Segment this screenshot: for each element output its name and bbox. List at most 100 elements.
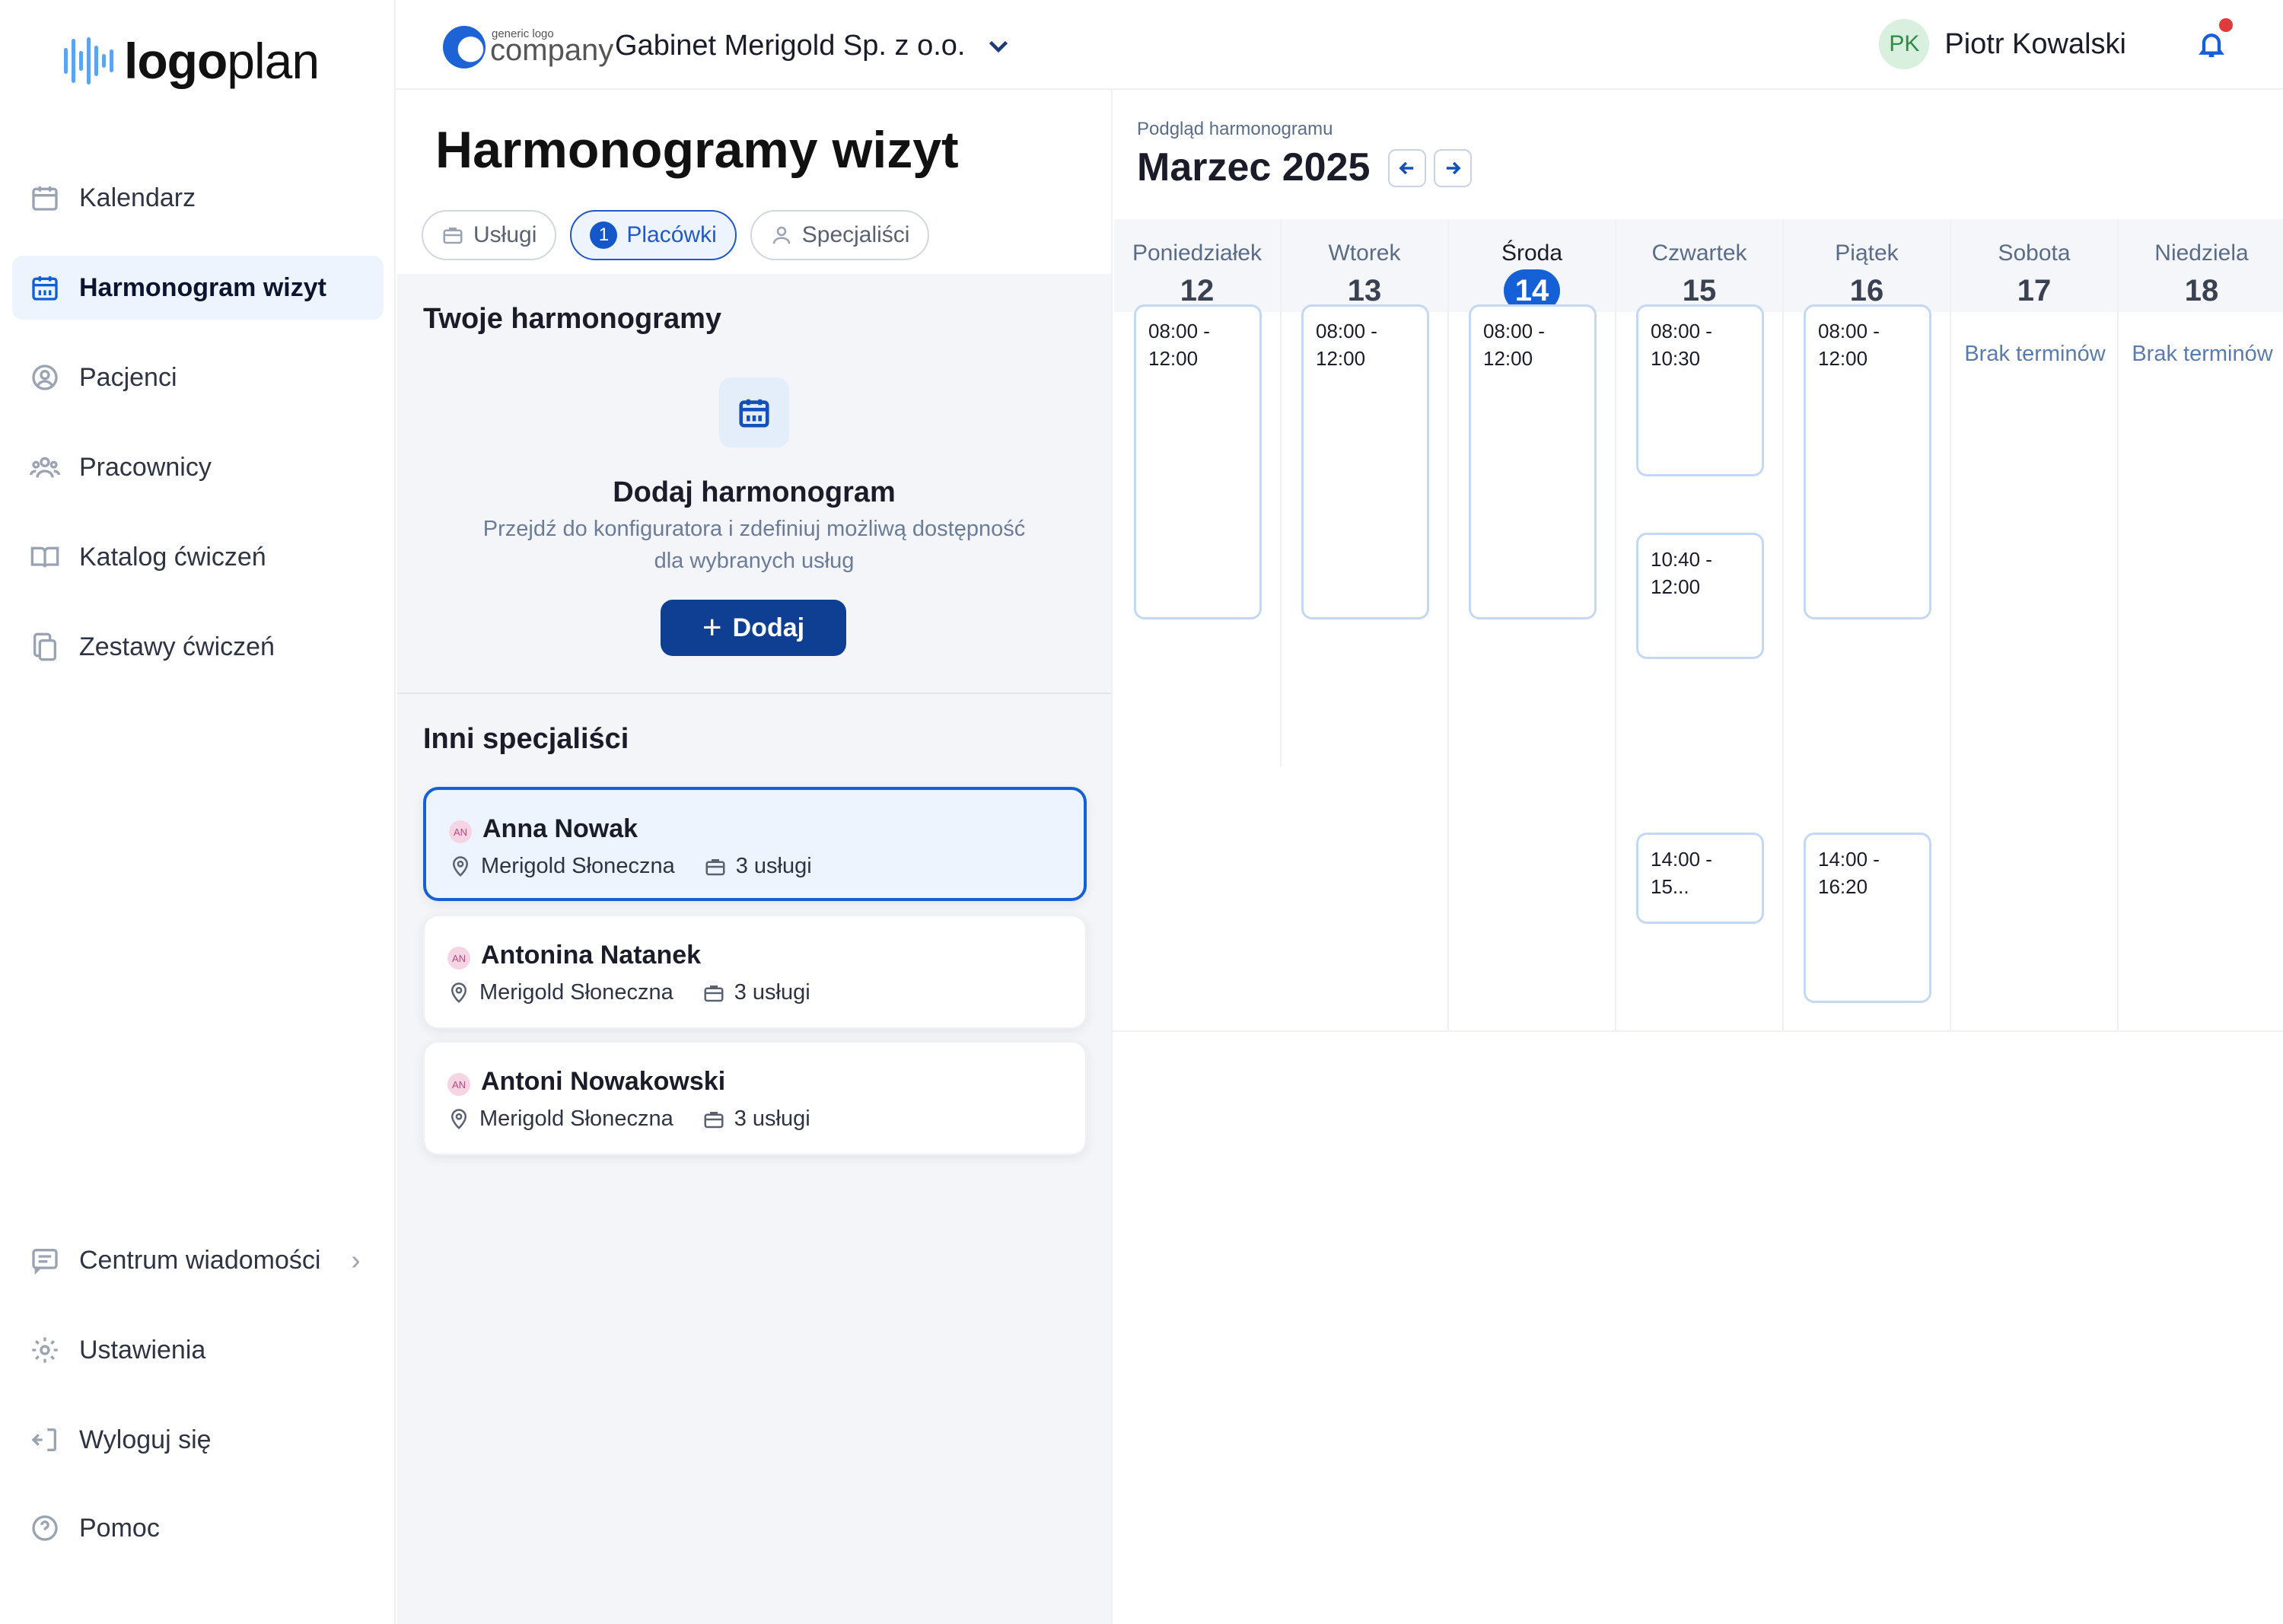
location-pin-icon <box>452 855 469 877</box>
specialist-location: Merigold Słoneczna <box>481 854 675 878</box>
filter-chip-specialists[interactable]: Specjaliści <box>750 210 930 260</box>
specialist-initials-badge: AN <box>449 820 472 843</box>
help-circle-icon <box>29 1512 61 1544</box>
preview-label: Podgląd harmonogramu <box>1137 119 1333 139</box>
user-circle-icon <box>29 361 61 393</box>
sidebar-item-label: Ustawienia <box>79 1335 206 1364</box>
calendar-icon <box>29 182 61 214</box>
empty-state-description: Przejdź do konfiguratora i zdefiniuj moż… <box>482 517 1026 573</box>
day-header: Środa 14 <box>1449 219 1615 312</box>
notification-bell-icon[interactable] <box>2196 18 2233 61</box>
filter-chips: Usługi 1 Placówki Specjaliści <box>422 210 930 260</box>
sidebar-item-label: Pomoc <box>79 1513 160 1543</box>
specialist-services: 3 usługi <box>734 980 810 1005</box>
column-divider <box>1280 219 1282 767</box>
company-logo: generic logo company <box>443 23 613 68</box>
sidebar-item-label: Zestawy ćwiczeń <box>79 632 275 661</box>
panel-header: Harmonogramy wizyt Usługi 1 Placówki Spe… <box>397 90 1111 274</box>
specialist-meta: Merigold Słoneczna 3 usługi <box>449 854 812 879</box>
day-header: Piątek 16 <box>1784 219 1950 312</box>
time-slot[interactable]: 08:00 - 12:00 <box>1469 304 1597 619</box>
calendar-grid-bottom <box>1113 1030 2283 1032</box>
time-slot[interactable]: 10:40 - 12:00 <box>1636 533 1764 659</box>
briefcase-icon <box>705 858 725 875</box>
message-icon <box>29 1244 61 1276</box>
no-slots-label: Brak terminów <box>1964 342 2106 366</box>
add-schedule-button[interactable]: + Dodaj <box>661 600 846 656</box>
month-navigation <box>1388 149 1472 187</box>
specialist-initials-badge: AN <box>447 1073 470 1096</box>
sidebar-item-label: Harmonogram wizyt <box>79 272 326 302</box>
filter-chip-locations[interactable]: 1 Placówki <box>570 210 737 260</box>
day-name: Piątek <box>1835 240 1899 266</box>
briefcase-icon <box>443 228 463 244</box>
sidebar-item-pacjenci[interactable]: Pacjenci <box>12 345 384 409</box>
sidebar-item-label: Pacjenci <box>79 362 177 392</box>
time-slot[interactable]: 08:00 - 12:00 <box>1134 304 1262 619</box>
sidebar-item-wyloguj-się[interactable]: Wyloguj się <box>12 1408 384 1472</box>
specialist-meta: Merigold Słoneczna 3 usługi <box>447 1107 810 1132</box>
sidebar-item-katalog-ćwiczeń[interactable]: Katalog ćwiczeń <box>12 525 384 589</box>
day-header: Wtorek 13 <box>1282 219 1447 312</box>
previous-month-button[interactable] <box>1388 149 1426 187</box>
specialist-services: 3 usługi <box>735 854 812 878</box>
logo-text: logoplan <box>124 33 320 89</box>
arrow-right-icon <box>1446 161 1461 175</box>
day-name: Niedziela <box>2154 240 2249 266</box>
sidebar-item-pracownicy[interactable]: Pracownicy <box>12 435 384 499</box>
next-month-button[interactable] <box>1434 149 1472 187</box>
time-slot[interactable]: 14:00 - 15... <box>1636 833 1764 924</box>
person-icon <box>772 226 790 244</box>
location-pin-icon <box>451 1108 467 1129</box>
users-icon <box>29 451 61 483</box>
month-title: Marzec 2025 <box>1137 145 1371 189</box>
sidebar-item-ustawienia[interactable]: Ustawienia <box>12 1318 384 1382</box>
specialist-initials-badge: AN <box>447 947 470 970</box>
company-switcher[interactable]: generic logo company Gabinet Merigold Sp… <box>443 23 1012 68</box>
no-slots-label: Brak terminów <box>2132 342 2273 366</box>
user-name: Piotr Kowalski <box>1944 27 2126 60</box>
notification-dot <box>2219 18 2233 32</box>
schedule-calendar-icon <box>29 272 61 304</box>
user-menu[interactable]: PK Piotr Kowalski <box>1879 19 2126 69</box>
day-header: Sobota 17 <box>1951 219 2117 312</box>
sidebar-item-centrum-wiadomości[interactable]: Centrum wiadomości › <box>12 1228 384 1292</box>
time-slot[interactable]: 08:00 - 10:30 <box>1636 304 1764 476</box>
day-number: 18 <box>2184 274 2219 307</box>
sidebar-item-kalendarz[interactable]: Kalendarz <box>12 166 384 230</box>
column-divider <box>1447 219 1449 1030</box>
divider <box>397 693 1111 694</box>
briefcase-icon <box>704 985 724 1001</box>
sidebar-item-zestawy-ćwiczeń[interactable]: Zestawy ćwiczeń <box>12 615 384 679</box>
day-name: Wtorek <box>1328 240 1401 266</box>
specialist-location: Merigold Słoneczna <box>479 980 673 1005</box>
sidebar-item-harmonogram-wizyt[interactable]: Harmonogram wizyt <box>12 256 384 320</box>
chevron-down-icon[interactable] <box>985 32 1012 59</box>
sidebar-item-pomoc[interactable]: Pomoc <box>12 1496 384 1560</box>
company-name: Gabinet Merigold Sp. z o.o. <box>615 29 966 62</box>
specialist-location: Merigold Słoneczna <box>479 1107 673 1131</box>
top-bar: generic logo company Gabinet Merigold Sp… <box>396 0 2283 90</box>
time-slot[interactable]: 08:00 - 12:00 <box>1301 304 1429 619</box>
specialist-card[interactable]: AN Antonina Natanek Merigold Słoneczna 3 us… <box>423 915 1087 1029</box>
sidebar-item-label: Kalendarz <box>79 183 196 212</box>
schedule-preview: Podgląd harmonogramu Marzec 2025 Poniedz… <box>1111 90 2283 1624</box>
day-name: Środa <box>1501 240 1563 266</box>
calendar-icon <box>719 377 789 447</box>
filter-chip-services[interactable]: Usługi <box>422 210 557 260</box>
specialist-name: Antonina Natanek <box>481 941 702 970</box>
time-slot[interactable]: 08:00 - 12:00 <box>1804 304 1931 619</box>
specialist-card[interactable]: AN Anna Nowak Merigold Słoneczna 3 usługi <box>423 787 1087 901</box>
sidebar: logoplan Kalendarz Harmonogram wizyt Pacje… <box>0 0 396 1624</box>
arrow-left-icon <box>1399 161 1414 175</box>
logo-waveform-icon <box>64 34 113 88</box>
app-logo[interactable]: logoplan <box>64 32 320 90</box>
copy-icon <box>29 631 61 663</box>
specialist-name: Anna Nowak <box>482 814 638 843</box>
sidebar-item-label: Katalog ćwiczeń <box>79 542 266 572</box>
logout-icon <box>29 1424 61 1456</box>
time-slot[interactable]: 14:00 - 16:20 <box>1804 833 1931 1003</box>
day-header: Czwartek 15 <box>1616 219 1782 312</box>
specialist-card[interactable]: AN Antoni Nowakowski Merigold Słoneczna 3 u… <box>423 1041 1087 1155</box>
sidebar-item-label: Wyloguj się <box>79 1425 212 1454</box>
